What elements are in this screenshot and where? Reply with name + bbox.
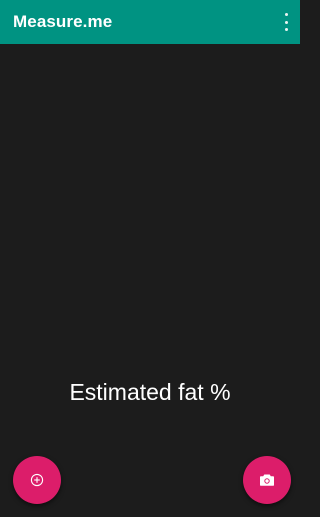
menu-dot bbox=[284, 13, 288, 16]
add-circle-icon bbox=[30, 473, 44, 487]
app-bar: Measure.me bbox=[0, 0, 300, 44]
menu-dot bbox=[284, 20, 288, 24]
estimated-fat-label: Estimated fat % bbox=[69, 379, 231, 405]
main-content: Estimated fat % bbox=[0, 44, 300, 517]
camera-icon bbox=[259, 473, 275, 487]
menu-dot bbox=[284, 28, 288, 31]
add-button[interactable] bbox=[13, 456, 61, 504]
screen: Measure.me Estimated fat % bbox=[0, 0, 300, 517]
app-title: Measure.me bbox=[13, 12, 113, 31]
more-vert-icon[interactable] bbox=[280, 12, 292, 32]
camera-button[interactable] bbox=[243, 456, 291, 504]
